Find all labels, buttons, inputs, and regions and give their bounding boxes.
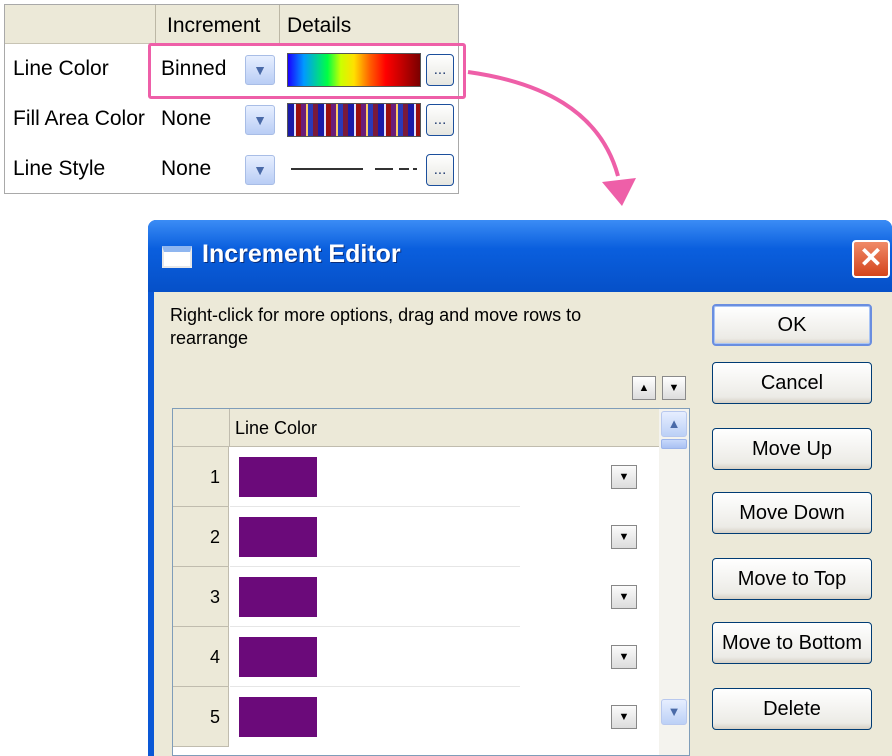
color-swatch[interactable] [239,457,317,497]
table-row[interactable]: 2 ▼ [173,507,659,567]
move-down-button[interactable]: Move Down [712,492,872,534]
row-number: 1 [173,447,229,507]
row-number: 5 [173,687,229,747]
chevron-down-icon[interactable]: ▼ [611,645,637,669]
table-row[interactable]: 1 ▼ [173,447,659,507]
chevron-down-icon[interactable]: ▼ [611,465,637,489]
instructions-text: Right-click for more options, drag and m… [170,305,582,348]
scroll-thumb[interactable] [661,439,687,449]
row-number: 3 [173,567,229,627]
table-row[interactable]: 5 ▼ [173,687,659,747]
chevron-up-icon[interactable]: ▲ [632,376,656,400]
ok-button[interactable]: OK [712,304,872,346]
move-up-button[interactable]: Move Up [712,428,872,470]
increment-value[interactable]: None [161,157,211,181]
row-label: Fill Area Color [13,107,145,130]
table-row[interactable]: 3 ▼ [173,567,659,627]
chevron-down-icon[interactable]: ▼ [662,376,686,400]
details-column-header: Details [287,14,352,37]
color-swatch[interactable] [239,697,317,737]
dialog-title: Increment Editor [202,240,401,268]
browse-button[interactable]: ... [426,104,454,136]
grid-header: Line Color [173,409,659,447]
increment-editor-dialog: Increment Editor ✕ Right-click for more … [148,220,892,756]
cancel-button[interactable]: Cancel [712,362,872,404]
title-bar[interactable]: Increment Editor ✕ [148,220,892,292]
close-button[interactable]: ✕ [852,240,890,278]
line-style-sample[interactable] [291,168,419,170]
line-segment [399,168,409,170]
grid-header: Increment Details [5,5,458,44]
column-divider [155,5,156,43]
grid-corner [173,409,230,446]
table-row[interactable]: 4 ▼ [173,627,659,687]
grid-row-line-style[interactable]: Line Style None ▼ ... [5,145,458,195]
arrow-line [467,70,620,177]
browse-button[interactable]: ... [426,154,454,186]
increment-property-grid: Increment Details Line Color Binned ▼ ..… [4,4,459,194]
scroll-up-icon[interactable]: ▲ [661,411,687,437]
window-icon [162,246,192,268]
chevron-down-icon[interactable]: ▼ [611,525,637,549]
scroll-down-icon[interactable]: ▼ [661,699,687,725]
arrow-head [602,178,636,206]
row-number: 4 [173,627,229,687]
chevron-down-icon[interactable]: ▼ [245,105,275,135]
move-to-bottom-button[interactable]: Move to Bottom [712,622,872,664]
highlight-box [148,43,466,99]
increment-list-grid[interactable]: Line Color 1 ▼ 2 ▼ 3 ▼ 4 ▼ 5 ▼ ▲ ▼ [172,408,690,756]
line-color-column-header: Line Color [235,418,318,438]
increment-value[interactable]: None [161,107,211,131]
row-label: Line Style [13,157,106,180]
increment-column-header: Increment [167,14,261,37]
delete-button[interactable]: Delete [712,688,872,730]
move-to-top-button[interactable]: Move to Top [712,558,872,600]
vertical-scrollbar[interactable]: ▲ ▼ [659,409,689,755]
line-segment [291,168,363,170]
row-label: Line Color [13,57,109,80]
chevron-down-icon[interactable]: ▼ [245,155,275,185]
grid-row-fill-area-color[interactable]: Fill Area Color None ▼ ... [5,95,458,145]
chevron-down-icon[interactable]: ▼ [611,705,637,729]
line-segment [375,168,393,170]
column-divider [279,5,280,43]
row-number: 2 [173,507,229,567]
color-bars-swatch[interactable] [287,103,421,137]
dialog-body: Right-click for more options, drag and m… [154,292,892,756]
color-swatch[interactable] [239,637,317,677]
color-swatch[interactable] [239,577,317,617]
chevron-down-icon[interactable]: ▼ [611,585,637,609]
line-segment [413,168,417,170]
color-swatch[interactable] [239,517,317,557]
